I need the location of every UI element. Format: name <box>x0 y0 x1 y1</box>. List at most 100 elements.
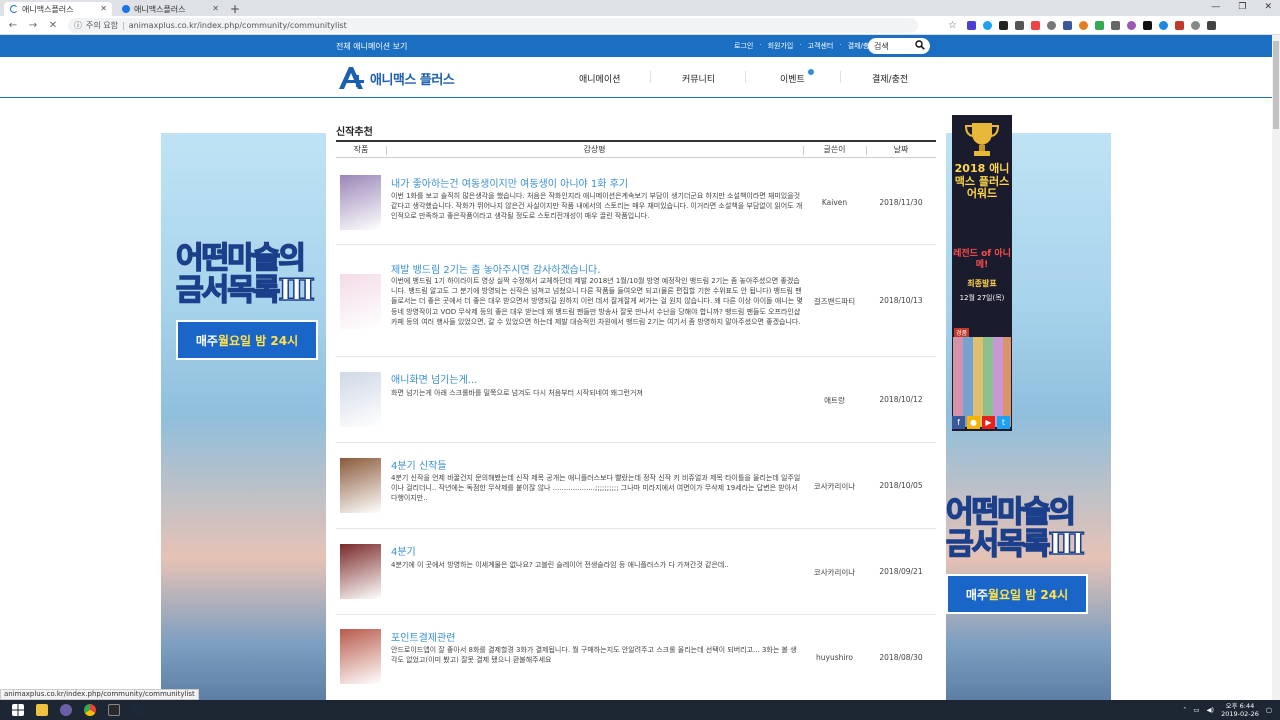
table-row[interactable]: 포인트결제관련 안드로이드앱이 잘 좋아서 8화를 결제할경 3화가 결제됩니다… <box>336 615 936 700</box>
work-thumbnail[interactable] <box>340 372 381 427</box>
windows-start-icon[interactable] <box>12 704 24 716</box>
extension-icon[interactable] <box>1078 20 1088 30</box>
kakao-icon[interactable]: ● <box>967 416 980 429</box>
work-thumbnail[interactable] <box>340 274 381 329</box>
extension-icon[interactable] <box>1030 20 1040 30</box>
support-link[interactable]: 고객센터 <box>808 41 834 51</box>
promo-prefix: 매주 <box>195 333 218 348</box>
youtube-icon[interactable]: ▶ <box>982 416 995 429</box>
extension-icon[interactable] <box>1046 20 1056 30</box>
review-title[interactable]: 제발 뱅드림 2기는 좀 놓아주시면 감사하겠습니다. <box>391 261 600 276</box>
file-explorer-icon[interactable] <box>36 704 48 716</box>
promo-banner-right[interactable]: 어떤마술의 금서목록Ⅲ 매주 월요일 밤 24시 <box>945 496 1106 614</box>
promo-title-line1: 어떤마술의 <box>175 241 307 276</box>
os-taskbar: ˄ ▭ ◀) 오후 6:44 2019-02-26 ▢ <box>0 700 1280 720</box>
chrome-icon[interactable] <box>84 704 96 716</box>
close-tab-icon[interactable]: ✕ <box>100 4 107 13</box>
steam-icon[interactable] <box>132 704 144 716</box>
review-title[interactable]: 애니화면 넘기는게... <box>391 371 477 386</box>
extension-icon[interactable] <box>966 20 976 30</box>
search-input[interactable]: 검색 <box>868 38 930 54</box>
review-title[interactable]: 포인트결제관련 <box>391 629 455 644</box>
work-thumbnail[interactable] <box>340 458 381 513</box>
table-row[interactable]: 내가 좋아하는건 여동생이지만 여동생이 아니야 1화 후기 이번 1화를 보고… <box>336 159 936 245</box>
signup-link[interactable]: 회원가입 <box>768 41 794 51</box>
separator: · <box>799 41 802 49</box>
work-thumbnail[interactable] <box>340 544 381 599</box>
page-scrollbar[interactable] <box>1272 35 1280 700</box>
scrollbar-thumb[interactable] <box>1273 41 1279 129</box>
notification-icon[interactable]: ▢ <box>1266 706 1272 714</box>
review-title[interactable]: 4분기 <box>391 543 416 558</box>
profile-avatar[interactable] <box>1190 20 1200 30</box>
column-header-author: 글쓴이 <box>803 142 866 157</box>
tab-title: 애니맥스플러스 <box>134 4 186 14</box>
table-row[interactable]: 제발 뱅드림 2기는 좀 놓아주시면 감사하겠습니다. 이번에 뱅드림 1기 하… <box>336 245 936 357</box>
tab-title: 애니맥스플러스 <box>22 4 74 14</box>
award-legend: 레전드 of 아니메! <box>953 249 1011 270</box>
review-title[interactable]: 4분기 신작들 <box>391 457 447 472</box>
all-anime-link[interactable]: 전체 애니메이션 보기 <box>336 41 407 52</box>
browser-tab-active[interactable]: 애니맥스플러스 ✕ <box>4 2 112 16</box>
promo-time: 월요일 밤 24시 <box>987 587 1069 602</box>
main-navigation: 애니맥스 플러스 애니메이션 커뮤니티 이벤트 결제/충전 <box>0 57 1272 98</box>
extension-icon[interactable] <box>1062 20 1072 30</box>
bookmark-star-icon[interactable]: ☆ <box>948 20 957 31</box>
extension-icon[interactable] <box>1158 20 1168 30</box>
network-icon[interactable]: ▭ <box>1193 706 1199 714</box>
site-logo[interactable]: 애니맥스 플러스 <box>336 65 455 91</box>
review-title[interactable]: 내가 좋아하는건 여동생이지만 여동생이 아니야 1화 후기 <box>391 175 628 190</box>
minimize-icon[interactable]: — <box>1211 0 1220 14</box>
forward-icon[interactable]: → <box>26 20 40 31</box>
close-window-icon[interactable]: ✕ <box>1264 0 1272 14</box>
table-row[interactable]: 4분기 신작들 4분기 신작을 언제 바꿀건지 문의해봤는데 신작 제목 공개는… <box>336 443 936 529</box>
work-thumbnail[interactable] <box>340 629 381 684</box>
tray-up-icon[interactable]: ˄ <box>1183 706 1186 714</box>
promo-banner-left[interactable]: 어떤마술의 금서목록Ⅲ 매주 월요일 밤 24시 <box>175 241 326 360</box>
review-author: 애트랑 <box>824 396 845 405</box>
facebook-icon[interactable]: f <box>952 416 965 429</box>
stop-icon[interactable]: ✕ <box>46 20 60 31</box>
extension-icon[interactable] <box>998 20 1008 30</box>
menu-icon[interactable] <box>1206 20 1216 30</box>
app-icon[interactable] <box>108 704 120 716</box>
extension-icon[interactable] <box>1174 20 1184 30</box>
nav-anime[interactable]: 애니메이션 <box>579 72 620 85</box>
separator: · <box>839 41 842 49</box>
search-icon[interactable] <box>915 40 925 50</box>
clock[interactable]: 오후 6:44 2019-02-26 <box>1221 702 1259 718</box>
twitter-icon[interactable]: t <box>997 416 1010 429</box>
info-icon[interactable]: ⓘ <box>74 20 82 31</box>
award-banner[interactable]: 2018 애니맥스 플러스 어워드 레전드 of 아니메! 최종발표 12월 2… <box>952 115 1012 431</box>
nav-community[interactable]: 커뮤니티 <box>682 72 715 85</box>
extension-icon[interactable] <box>1094 20 1104 30</box>
address-bar[interactable]: ⓘ 주의 요함 | animaxplus.co.kr/index.php/com… <box>68 17 918 33</box>
promo-schedule-button[interactable]: 매주 월요일 밤 24시 <box>176 320 318 360</box>
table-row[interactable]: 4분기 4분기에 이 곳에서 방영하는 이세계물은 없나요? 고블린 슬레이어 … <box>336 529 936 615</box>
extension-icon[interactable] <box>1142 20 1152 30</box>
award-thumbnails <box>953 337 1011 427</box>
back-icon[interactable]: ← <box>6 20 20 31</box>
nav-event[interactable]: 이벤트 <box>780 72 805 85</box>
new-tab-button[interactable]: + <box>230 2 240 16</box>
promo-time: 월요일 밤 24시 <box>217 333 299 348</box>
maximize-icon[interactable]: ❐ <box>1238 0 1246 14</box>
review-author: huyushiro <box>816 653 853 662</box>
extension-icon[interactable] <box>1014 20 1024 30</box>
review-date: 2018/10/05 <box>879 481 923 490</box>
login-link[interactable]: 로그인 <box>734 41 753 51</box>
review-excerpt: 화면 넘기는게 아래 스크롤바를 밀쭉으로 넘겨도 다시 처음부터 시작되네여 … <box>391 389 643 397</box>
extension-icon[interactable] <box>982 20 992 30</box>
extension-icon[interactable] <box>1110 20 1120 30</box>
browser-tab[interactable]: 애니맥스플러스 ✕ <box>116 2 224 16</box>
promo-schedule-button[interactable]: 매주 월요일 밤 24시 <box>946 574 1088 614</box>
page-title: 신작추천 <box>336 127 373 138</box>
table-row[interactable]: 애니화면 넘기는게... 화면 넘기는게 아래 스크롤바를 밀쭉으로 넘겨도 다… <box>336 357 936 443</box>
promo-title-line2: 금서목록Ⅲ <box>175 272 315 308</box>
nav-payment[interactable]: 결제/충전 <box>872 72 908 85</box>
volume-icon[interactable]: ◀) <box>1207 706 1215 714</box>
close-tab-icon[interactable]: ✕ <box>212 4 219 13</box>
extension-icon[interactable] <box>1126 20 1136 30</box>
work-thumbnail[interactable] <box>340 175 381 230</box>
app-icon[interactable] <box>60 704 72 716</box>
